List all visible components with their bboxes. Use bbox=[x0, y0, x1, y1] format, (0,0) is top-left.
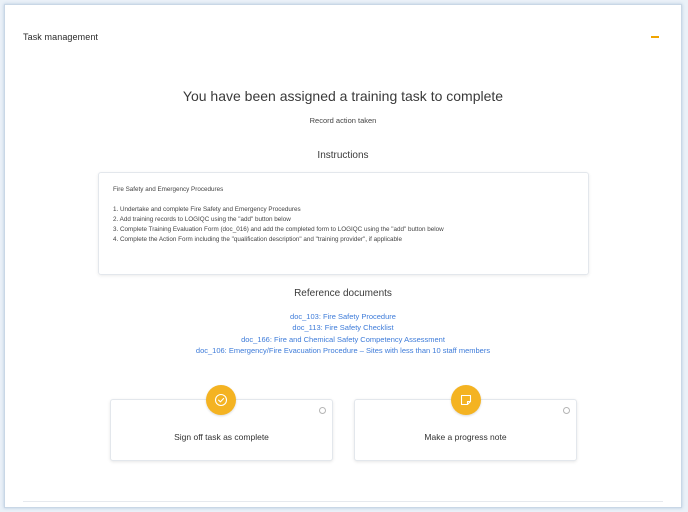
instruction-line: 2. Add training records to LOGIQC using … bbox=[113, 216, 291, 223]
task-subtext: Record action taken bbox=[309, 116, 377, 125]
minus-icon[interactable] bbox=[651, 36, 659, 38]
check-circle-icon[interactable] bbox=[206, 385, 236, 415]
info-icon[interactable] bbox=[563, 407, 570, 414]
reference-link-doc-166[interactable]: doc_166: Fire and Chemical Safety Compet… bbox=[5, 334, 681, 345]
task-heading: You have been assigned a training task t… bbox=[182, 88, 504, 104]
note-icon[interactable] bbox=[451, 385, 481, 415]
instructions-box: Fire Safety and Emergency Procedures 1. … bbox=[98, 172, 589, 275]
instruction-line: 4. Complete the Action Form including th… bbox=[113, 236, 402, 243]
reference-documents-title: Reference documents bbox=[294, 288, 392, 299]
progress-note-label: Make a progress note bbox=[424, 432, 507, 442]
instructions-title: Instructions bbox=[317, 150, 369, 161]
task-management-panel: Task management You have been assigned a… bbox=[4, 4, 682, 508]
instruction-line: 3. Complete Training Evaluation Form (do… bbox=[113, 226, 444, 233]
panel-title: Task management bbox=[23, 32, 99, 42]
reference-link-doc-103[interactable]: doc_103: Fire Safety Procedure bbox=[5, 311, 681, 322]
info-icon[interactable] bbox=[319, 407, 326, 414]
sign-off-label: Sign off task as complete bbox=[174, 432, 269, 442]
reference-documents-list: doc_103: Fire Safety Procedure doc_113: … bbox=[5, 311, 681, 356]
instructions-box-title: Fire Safety and Emergency Procedures bbox=[113, 186, 224, 193]
divider bbox=[23, 501, 663, 502]
reference-link-doc-106[interactable]: doc_106: Emergency/Fire Evacuation Proce… bbox=[5, 345, 681, 356]
instruction-line: 1. Undertake and complete Fire Safety an… bbox=[113, 206, 301, 213]
reference-link-doc-113[interactable]: doc_113: Fire Safety Checklist bbox=[5, 322, 681, 333]
panel-header: Task management bbox=[5, 5, 681, 71]
